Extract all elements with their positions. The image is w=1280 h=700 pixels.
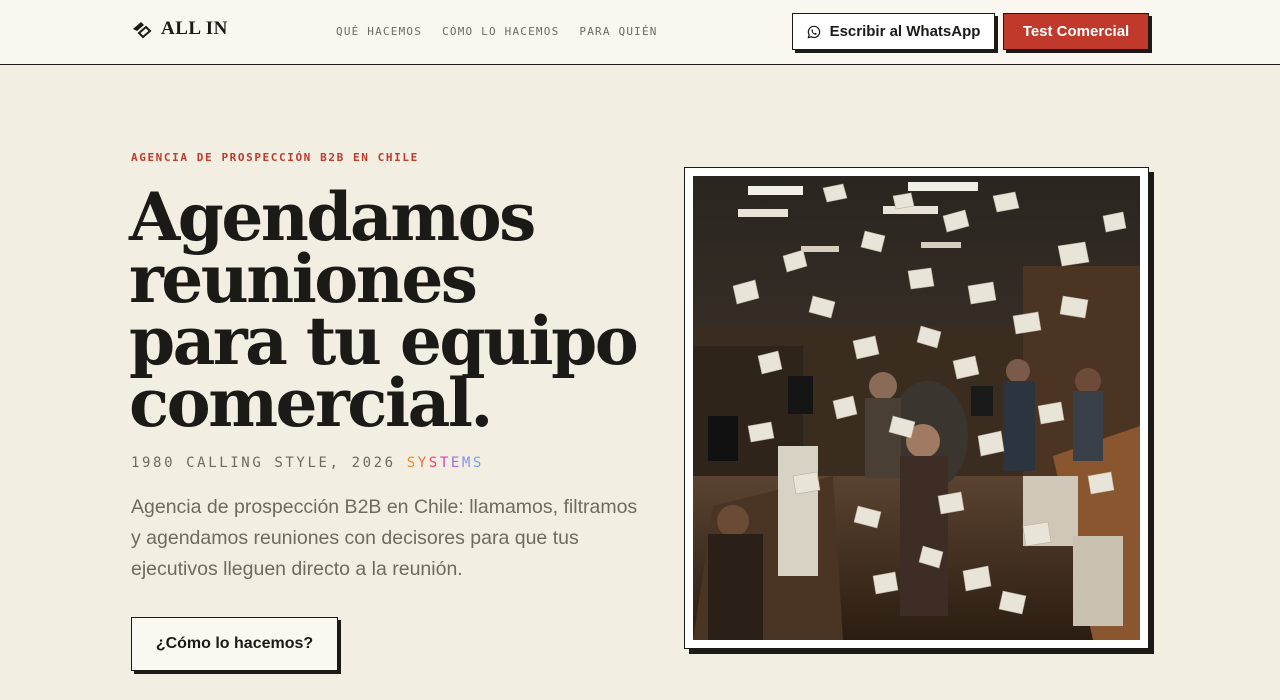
como-lo-hacemos-button[interactable]: ¿Cómo lo hacemos? xyxy=(131,617,338,671)
nav-link-como-lo-hacemos[interactable]: CÓMO LO HACEMOS xyxy=(442,25,559,39)
hero-photo xyxy=(693,176,1140,640)
headline-line-2: reuniones xyxy=(129,240,478,318)
tagline-highlight-letter: S xyxy=(472,455,484,471)
logo[interactable]: ALL IN xyxy=(131,18,228,40)
whatsapp-button-label: Escribir al WhatsApp xyxy=(829,23,981,40)
tagline-highlight-letter: T xyxy=(439,455,451,471)
headline-line-3: para tu equipo xyxy=(129,302,639,380)
whatsapp-icon xyxy=(807,25,820,38)
tagline-highlight-letter: M xyxy=(461,455,473,471)
nav-link-que-hacemos[interactable]: QUÉ HACEMOS xyxy=(336,25,422,39)
headline-line-4: comercial. xyxy=(129,364,493,442)
test-comercial-button[interactable]: Test Comercial xyxy=(1003,13,1149,50)
headline-line-1: Agendamos xyxy=(129,178,536,256)
hero-headline: Agendamos reuniones para tu equipo comer… xyxy=(129,178,649,442)
hero-tagline: 1980 CALLING STYLE, 2026 SYSTEMS xyxy=(131,455,484,471)
whatsapp-button[interactable]: Escribir al WhatsApp xyxy=(792,13,995,50)
tagline-highlight: SYSTEMS xyxy=(407,455,484,471)
logo-icon xyxy=(133,21,152,38)
office-paper-storm-image xyxy=(693,176,1140,640)
tagline-prefix: 1980 CALLING STYLE, 2026 xyxy=(131,455,407,471)
hero-image-frame xyxy=(684,167,1149,649)
hero-eyebrow: AGENCIA DE PROSPECCIÓN B2B EN CHILE xyxy=(131,151,419,164)
main-nav: QUÉ HACEMOS CÓMO LO HACEMOS PARA QUIÉN xyxy=(336,25,658,39)
tagline-highlight-letter: E xyxy=(450,455,462,471)
tagline-highlight-letter: Y xyxy=(417,455,429,471)
site-header: ALL IN QUÉ HACEMOS CÓMO LO HACEMOS PARA … xyxy=(0,0,1280,65)
logo-text: ALL IN xyxy=(161,18,228,39)
cta-label: ¿Cómo lo hacemos? xyxy=(155,635,314,652)
tagline-highlight-letter: S xyxy=(406,455,418,471)
tagline-highlight-letter: S xyxy=(428,455,440,471)
test-comercial-label: Test Comercial xyxy=(1022,23,1130,40)
nav-link-para-quien[interactable]: PARA QUIÉN xyxy=(579,25,657,39)
hero-description: Agencia de prospección B2B en Chile: lla… xyxy=(131,496,638,580)
